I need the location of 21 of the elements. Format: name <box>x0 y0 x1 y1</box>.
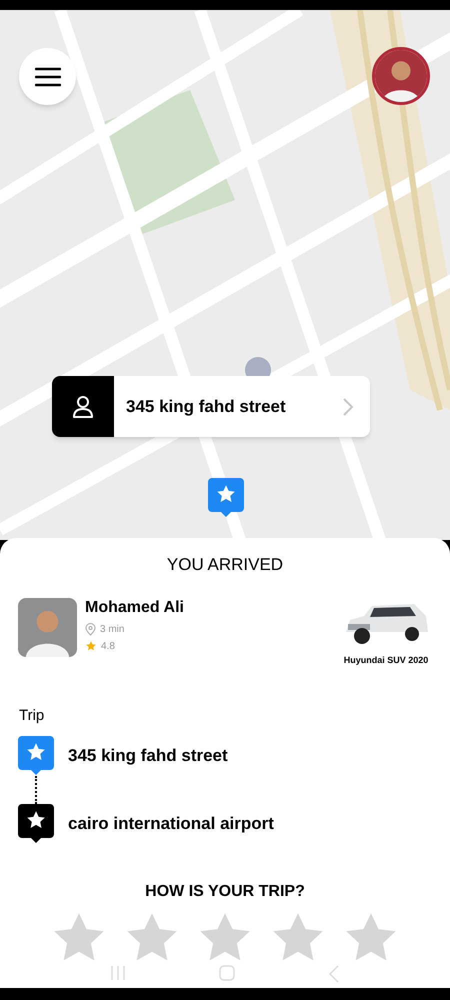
car-model: Huyundai SUV 2020 <box>344 654 428 667</box>
star-pin-icon <box>18 736 54 776</box>
recent-apps-icon[interactable] <box>109 964 128 982</box>
rating-text: 4.8 <box>101 640 115 654</box>
arrival-title: YOU ARRIVED <box>166 554 284 576</box>
rating-star[interactable] <box>126 912 178 964</box>
driver-name: Mohamed Ali <box>85 598 184 618</box>
back-icon[interactable] <box>326 964 341 984</box>
star-rating[interactable] <box>53 912 397 964</box>
location-pin-icon <box>85 622 96 636</box>
trip-stop-address: 345 king fahd street <box>68 744 228 767</box>
rating-star[interactable] <box>345 912 397 964</box>
trip-stop-address: cairo international airport <box>68 812 274 835</box>
feedback-question: HOW IS YOUR TRIP? <box>145 882 305 902</box>
rating-star[interactable] <box>199 912 251 964</box>
rating-star[interactable] <box>53 912 105 964</box>
trip-label: Trip <box>19 706 46 726</box>
eta-text: 3 min <box>100 622 124 636</box>
rating-star[interactable] <box>272 912 324 964</box>
star-icon <box>85 640 97 652</box>
home-icon[interactable] <box>218 964 236 982</box>
